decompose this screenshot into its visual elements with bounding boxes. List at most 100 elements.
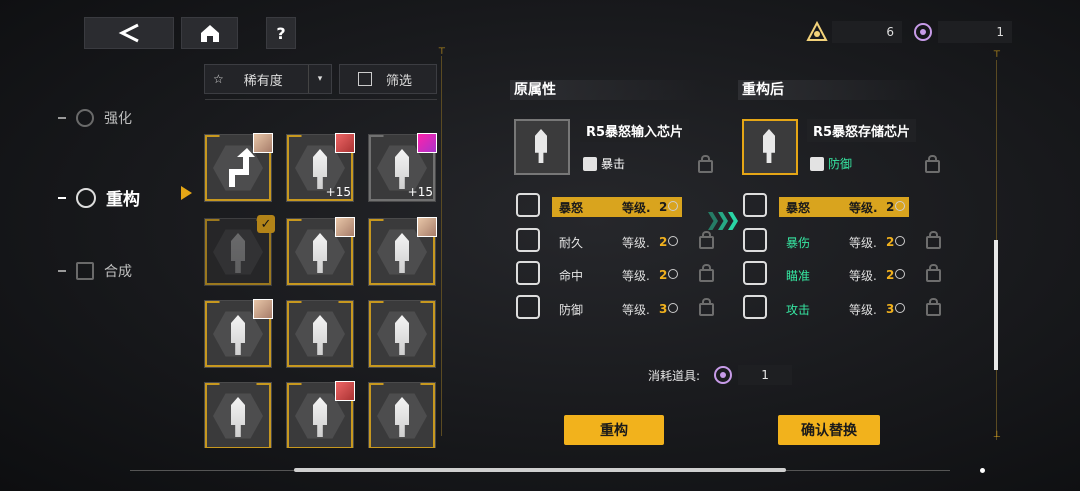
rebuilt-chip-image [742,119,798,175]
help-button[interactable]: ? [266,17,296,49]
original-attr-row: 命中 等级. 2 [516,261,714,285]
selection-pointer-icon [181,186,192,200]
filter-label: 筛选 [386,73,413,89]
rail-tick: ⊤ [438,47,446,57]
rebuilt-heading: 重构后 [738,80,932,100]
back-button[interactable] [84,17,174,49]
durability-icon [516,228,540,252]
rage-icon [516,193,540,217]
chip-cell[interactable] [286,217,355,286]
avatar [335,217,355,237]
magnify-icon[interactable] [668,269,678,279]
chip-level: +15 [325,185,351,199]
chip-cell[interactable] [204,299,273,368]
shield-icon [810,156,824,171]
hit-icon [516,261,540,285]
avatar [417,217,437,237]
chip-cell[interactable] [204,382,272,448]
avatar [335,381,355,401]
original-chip-image [514,119,570,175]
chip-grid: +15 +15 ✓ [200,108,440,448]
sword-chip-icon [763,129,775,163]
avatar [417,133,437,153]
nav-reconstruct-label: 重构 [106,190,140,210]
lock-icon[interactable] [926,264,941,282]
rebuilt-tag: 防御 [810,155,852,172]
reconstruct-button[interactable]: 重构 [564,415,664,445]
chip-cell[interactable] [204,133,273,202]
rail-tick: ⊤ [993,50,1001,60]
reconstruct-icon [76,187,96,208]
chip-cell[interactable] [368,300,436,368]
lock-icon[interactable] [925,155,940,173]
chip-cell[interactable]: +15 [368,133,437,202]
bottom-scroll-thumb[interactable] [294,468,786,472]
lock-icon[interactable] [699,298,714,316]
chip-cell[interactable] [368,382,436,448]
chip-cell[interactable] [286,381,355,448]
magnify-icon[interactable] [668,303,678,313]
rebuilt-attr-row: 暴怒 等级. 2 [743,193,933,217]
panel-scrollbar-thumb[interactable] [994,240,998,370]
lock-icon[interactable] [926,231,941,249]
nav-enhance-label: 强化 [104,111,132,127]
original-attr-row: 暴怒 等级. 2 [516,193,706,217]
original-chip-name: R5暴怒输入芯片 [580,119,690,142]
resource-counter-2: 1 [912,20,1012,44]
chip-resource-icon [806,21,828,41]
check-icon: ✓ [257,215,275,233]
confirm-replace-button[interactable]: 确认替换 [778,415,880,445]
page-dot [980,468,985,473]
avatar [253,133,273,153]
star-icon: ☆ [213,72,224,86]
upgrade-arrow-icon [229,148,255,187]
cost-label: 消耗道具: [648,368,701,383]
chip-cell[interactable] [368,217,437,286]
rebuilt-attr-row: 瞄准 等级. 2 [743,261,941,285]
magnify-icon[interactable] [895,236,905,246]
home-icon [200,25,219,42]
magnify-icon[interactable] [895,269,905,279]
cost-value: 1 [738,365,793,385]
reconstruct-item-icon [914,23,932,41]
magnify-icon[interactable] [668,201,678,211]
chip-cell[interactable]: +15 [286,133,355,202]
nav-item-reconstruct[interactable]: 重构 [58,185,140,210]
rarity-sort-button[interactable]: ☆ 稀有度 ▾ [204,64,332,94]
avatar [253,299,273,319]
chip-cell[interactable] [286,300,354,368]
reconstruct-item-icon [714,366,733,384]
lock-icon[interactable] [926,298,941,316]
nav-item-synthesize[interactable]: 合成 [58,261,132,281]
sword-chip-icon [535,129,547,163]
filter-icon [358,72,372,86]
filter-button[interactable]: 筛选 [339,64,437,94]
magnify-icon[interactable] [895,201,905,211]
rebuilt-attr-row: 暴伤 等级. 2 [743,228,941,252]
list-divider [205,99,437,100]
original-tag: 暴击 [583,155,625,172]
help-label: ? [276,23,286,43]
magnify-icon[interactable] [668,236,678,246]
chip-cell-selected[interactable]: ✓ [204,215,275,286]
back-arrow-icon [118,23,139,43]
lock-icon[interactable] [698,155,713,173]
resource-1-value: 6 [886,25,894,39]
rarity-label: 稀有度 [243,73,283,89]
grid-scroll-track [441,56,442,436]
nav-item-enhance[interactable]: 强化 [58,108,132,128]
enhance-icon [76,109,94,127]
synthesize-icon [76,262,94,280]
original-heading: 原属性 [510,80,704,100]
cost-row: 消耗道具: 1 [648,364,793,386]
chip-level: +15 [407,185,433,199]
magnify-icon[interactable] [895,303,905,313]
sort-toggle-icon: ▾ [308,65,331,93]
rage-icon [743,193,767,217]
crit-damage-icon [743,228,767,252]
lock-icon[interactable] [699,264,714,282]
crit-icon [583,156,597,171]
lock-icon[interactable] [699,231,714,249]
resource-counter-1: 6 [806,20,902,44]
home-button[interactable] [181,17,238,49]
